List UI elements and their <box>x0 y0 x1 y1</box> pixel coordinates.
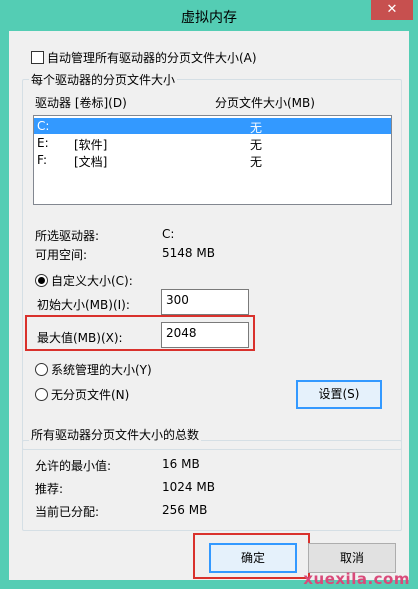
drive-row-c[interactable]: C: 无 <box>34 118 391 135</box>
virtual-memory-dialog: 虚拟内存 ✕ 自动管理所有驱动器的分页文件大小(A) 每个驱动器的分页文件大小 … <box>0 0 418 589</box>
custom-size-label[interactable]: 自定义大小(C): <box>51 272 133 289</box>
window-title: 虚拟内存 <box>181 10 237 26</box>
drive-size: 无 <box>250 138 263 152</box>
system-managed-label[interactable]: 系统管理的大小(Y) <box>51 361 152 378</box>
selected-drive-label: 所选驱动器: <box>35 229 100 243</box>
close-icon: ✕ <box>386 2 398 17</box>
drives-group-legend: 每个驱动器的分页文件大小 <box>29 71 178 88</box>
min-label: 允许的最小值: <box>35 459 112 473</box>
column-header-drive: 驱动器 [卷标](D) <box>35 96 127 110</box>
recommended-label: 推荐: <box>35 482 64 496</box>
drive-volume-label: [软件] <box>74 138 108 152</box>
recommended-value: 1024 MB <box>162 480 215 494</box>
drive-list[interactable]: C: 无 E: [软件] 无 F: [文档] 无 <box>33 115 392 205</box>
free-space-label: 可用空间: <box>35 248 88 262</box>
selected-drive-value: C: <box>162 227 175 241</box>
site-watermark: xuexila.com <box>303 570 410 588</box>
drive-letter: C: <box>37 119 50 133</box>
auto-manage-label[interactable]: 自动管理所有驱动器的分页文件大小(A) <box>47 49 257 66</box>
column-header-size: 分页文件大小(MB) <box>215 96 315 110</box>
drive-row-f[interactable]: F: [文档] 无 <box>34 152 391 169</box>
drive-size: 无 <box>250 155 263 169</box>
cancel-button[interactable]: 取消 <box>308 543 396 573</box>
ok-highlight-box <box>193 533 310 579</box>
no-paging-label[interactable]: 无分页文件(N) <box>51 386 129 403</box>
custom-size-radio[interactable] <box>35 274 48 287</box>
max-size-highlight-box <box>25 315 255 351</box>
title-bar[interactable]: 虚拟内存 ✕ <box>0 0 418 31</box>
close-button[interactable]: ✕ <box>371 0 413 20</box>
allocated-value: 256 MB <box>162 503 208 517</box>
system-managed-radio[interactable] <box>35 363 48 376</box>
set-button[interactable]: 设置(S) <box>296 380 382 409</box>
dialog-body: 自动管理所有驱动器的分页文件大小(A) 每个驱动器的分页文件大小 驱动器 [卷标… <box>9 31 409 580</box>
initial-size-label: 初始大小(MB)(I): <box>37 298 130 312</box>
drive-letter: F: <box>37 153 48 167</box>
initial-size-input[interactable]: 300 <box>161 289 249 315</box>
allocated-label: 当前已分配: <box>35 505 100 519</box>
totals-group-legend: 所有驱动器分页文件大小的总数 <box>29 426 202 443</box>
drive-letter: E: <box>37 136 49 150</box>
no-paging-radio[interactable] <box>35 388 48 401</box>
drive-row-e[interactable]: E: [软件] 无 <box>34 135 391 152</box>
auto-manage-checkbox[interactable] <box>31 51 44 64</box>
drive-volume-label: [文档] <box>74 155 108 169</box>
min-value: 16 MB <box>162 457 200 471</box>
free-space-value: 5148 MB <box>162 246 215 260</box>
drive-size: 无 <box>250 121 263 135</box>
